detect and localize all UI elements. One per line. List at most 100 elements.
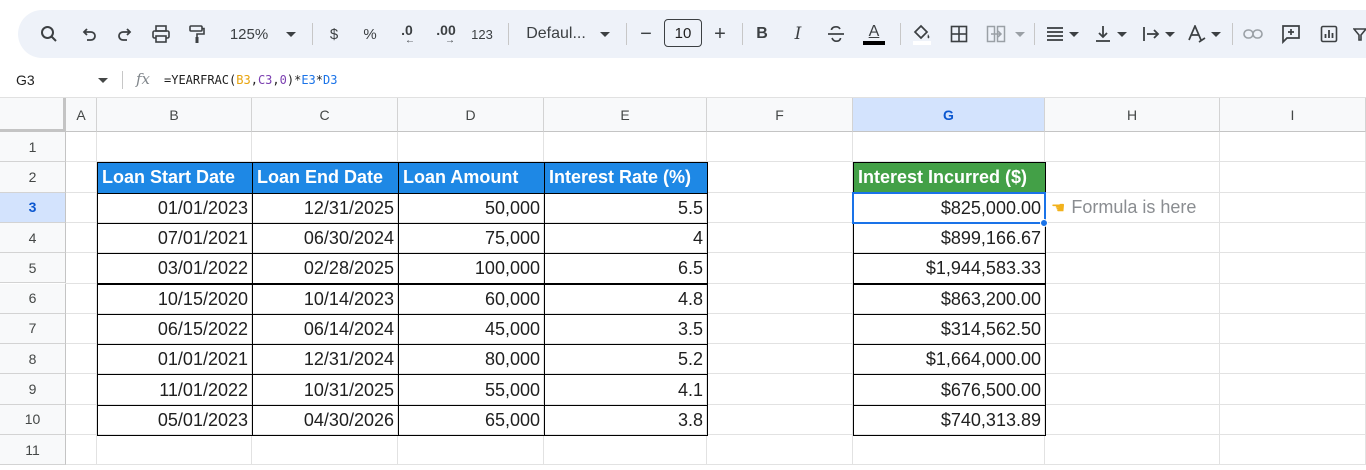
row-header-8[interactable]: 8 bbox=[0, 344, 66, 375]
italic-button[interactable]: I bbox=[788, 10, 808, 58]
redo-icon[interactable] bbox=[112, 10, 138, 58]
decrease-font-size-button[interactable]: − bbox=[636, 10, 656, 58]
table-cell[interactable]: 6.5 bbox=[544, 253, 708, 285]
zoom-select[interactable]: 125% bbox=[224, 10, 274, 58]
table-cell[interactable]: 10/31/2025 bbox=[252, 374, 399, 406]
filter-icon[interactable] bbox=[1352, 10, 1366, 58]
strikethrough-icon[interactable] bbox=[824, 10, 848, 58]
fill-handle[interactable] bbox=[1040, 218, 1048, 227]
result-cell[interactable]: $899,166.67 bbox=[853, 222, 1046, 255]
vertical-align-icon[interactable] bbox=[1090, 10, 1116, 58]
text-rotation-icon[interactable] bbox=[1184, 10, 1210, 58]
select-all-corner[interactable] bbox=[0, 98, 66, 132]
borders-icon[interactable] bbox=[946, 10, 972, 58]
row-header-11[interactable]: 11 bbox=[0, 435, 66, 466]
result-cell[interactable]: $825,000.00 bbox=[853, 192, 1046, 224]
increase-font-size-button[interactable]: + bbox=[710, 10, 730, 58]
link-icon[interactable] bbox=[1240, 10, 1266, 58]
table-cell[interactable]: 06/14/2024 bbox=[252, 313, 399, 346]
decrease-decimal-button[interactable]: .0 ← bbox=[392, 10, 422, 58]
table-cell[interactable]: 01/01/2023 bbox=[97, 192, 253, 224]
column-header-a[interactable]: A bbox=[66, 98, 97, 132]
table-header-cell[interactable]: Loan Start Date bbox=[97, 162, 253, 194]
chevron-down-icon[interactable] bbox=[598, 10, 612, 58]
table-cell[interactable]: 01/01/2021 bbox=[97, 344, 253, 376]
result-cell[interactable]: $1,664,000.00 bbox=[853, 344, 1046, 376]
table-cell[interactable]: 80,000 bbox=[398, 344, 545, 376]
table-cell[interactable]: 100,000 bbox=[398, 253, 545, 285]
column-header-h[interactable]: H bbox=[1045, 98, 1220, 132]
result-cell[interactable]: $676,500.00 bbox=[853, 374, 1046, 406]
table-cell[interactable]: 07/01/2021 bbox=[97, 222, 253, 255]
increase-decimal-button[interactable]: .00 → bbox=[430, 10, 462, 58]
table-cell[interactable]: 60,000 bbox=[398, 283, 545, 315]
table-cell[interactable]: 55,000 bbox=[398, 374, 545, 406]
table-cell[interactable]: 11/01/2022 bbox=[97, 374, 253, 406]
table-cell[interactable]: 65,000 bbox=[398, 404, 545, 436]
table-cell[interactable]: 10/15/2020 bbox=[97, 283, 253, 315]
column-header-b[interactable]: B bbox=[97, 98, 252, 132]
table-cell[interactable]: 3.8 bbox=[544, 404, 708, 436]
search-icon[interactable] bbox=[36, 10, 62, 58]
chevron-down-icon[interactable] bbox=[1116, 10, 1128, 58]
table-cell[interactable]: 4 bbox=[544, 222, 708, 255]
table-cell[interactable]: 5.2 bbox=[544, 344, 708, 376]
table-cell[interactable]: 02/28/2025 bbox=[252, 253, 399, 285]
table-cell[interactable]: 05/01/2023 bbox=[97, 404, 253, 436]
column-header-d[interactable]: D bbox=[398, 98, 544, 132]
formula-input[interactable]: =YEARFRAC(B3,C3,0)*E3*D3 bbox=[164, 73, 337, 87]
font-size-input[interactable]: 10 bbox=[664, 19, 702, 47]
column-header-i[interactable]: I bbox=[1220, 98, 1366, 132]
column-header-g[interactable]: G bbox=[853, 98, 1045, 132]
chevron-down-icon[interactable] bbox=[1210, 10, 1222, 58]
row-header-7[interactable]: 7 bbox=[0, 313, 66, 345]
result-cell[interactable]: $1,944,583.33 bbox=[853, 253, 1046, 285]
merge-cells-icon[interactable] bbox=[982, 10, 1010, 58]
column-header-f[interactable]: F bbox=[707, 98, 853, 132]
result-cell[interactable]: $863,200.00 bbox=[853, 283, 1046, 315]
text-color-button[interactable]: A bbox=[860, 10, 888, 58]
undo-icon[interactable] bbox=[76, 10, 102, 58]
table-cell[interactable]: 10/14/2023 bbox=[252, 283, 399, 315]
number-format-button[interactable]: 123 bbox=[468, 10, 496, 58]
table-cell[interactable]: 06/30/2024 bbox=[252, 222, 399, 255]
table-cell[interactable]: 03/01/2022 bbox=[97, 253, 253, 285]
row-header-2[interactable]: 2 bbox=[0, 162, 66, 193]
currency-format-button[interactable]: $ bbox=[324, 10, 344, 58]
table-cell[interactable]: 50,000 bbox=[398, 192, 545, 224]
table-cell[interactable]: 45,000 bbox=[398, 313, 545, 346]
chevron-down-icon[interactable] bbox=[1014, 10, 1026, 58]
table-cell[interactable]: 75,000 bbox=[398, 222, 545, 255]
font-select[interactable]: Defaul... bbox=[520, 10, 592, 58]
chevron-down-icon[interactable] bbox=[98, 78, 108, 83]
comment-icon[interactable] bbox=[1278, 10, 1304, 58]
text-wrapping-icon[interactable] bbox=[1138, 10, 1164, 58]
table-header-cell[interactable]: Interest Rate (%) bbox=[544, 162, 708, 194]
table-cell[interactable]: 5.5 bbox=[544, 192, 708, 224]
print-icon[interactable] bbox=[148, 10, 174, 58]
horizontal-align-icon[interactable] bbox=[1042, 10, 1068, 58]
fill-color-icon[interactable] bbox=[908, 10, 936, 58]
table-header-cell[interactable]: Loan End Date bbox=[252, 162, 399, 194]
row-header-1[interactable]: 1 bbox=[0, 132, 66, 163]
name-box[interactable]: G3 bbox=[16, 72, 35, 88]
row-header-4[interactable]: 4 bbox=[0, 222, 66, 254]
row-header-9[interactable]: 9 bbox=[0, 374, 66, 405]
row-header-3[interactable]: 3 bbox=[0, 192, 66, 223]
table-cell[interactable]: 4.1 bbox=[544, 374, 708, 406]
table-cell[interactable]: 12/31/2024 bbox=[252, 344, 399, 376]
column-header-c[interactable]: C bbox=[252, 98, 398, 132]
percent-format-button[interactable]: % bbox=[360, 10, 380, 58]
table-cell[interactable]: 3.5 bbox=[544, 313, 708, 346]
bold-button[interactable]: B bbox=[752, 10, 772, 58]
chevron-down-icon[interactable] bbox=[1068, 10, 1080, 58]
row-header-6[interactable]: 6 bbox=[0, 283, 66, 314]
table-cell[interactable]: 12/31/2025 bbox=[252, 192, 399, 224]
result-header-cell[interactable]: Interest Incurred ($) bbox=[853, 162, 1046, 194]
column-header-e[interactable]: E bbox=[544, 98, 707, 132]
result-cell[interactable]: $740,313.89 bbox=[853, 404, 1046, 436]
table-header-cell[interactable]: Loan Amount bbox=[398, 162, 545, 194]
chevron-down-icon[interactable] bbox=[284, 10, 298, 58]
chart-icon[interactable] bbox=[1316, 10, 1342, 58]
table-cell[interactable]: 06/15/2022 bbox=[97, 313, 253, 346]
